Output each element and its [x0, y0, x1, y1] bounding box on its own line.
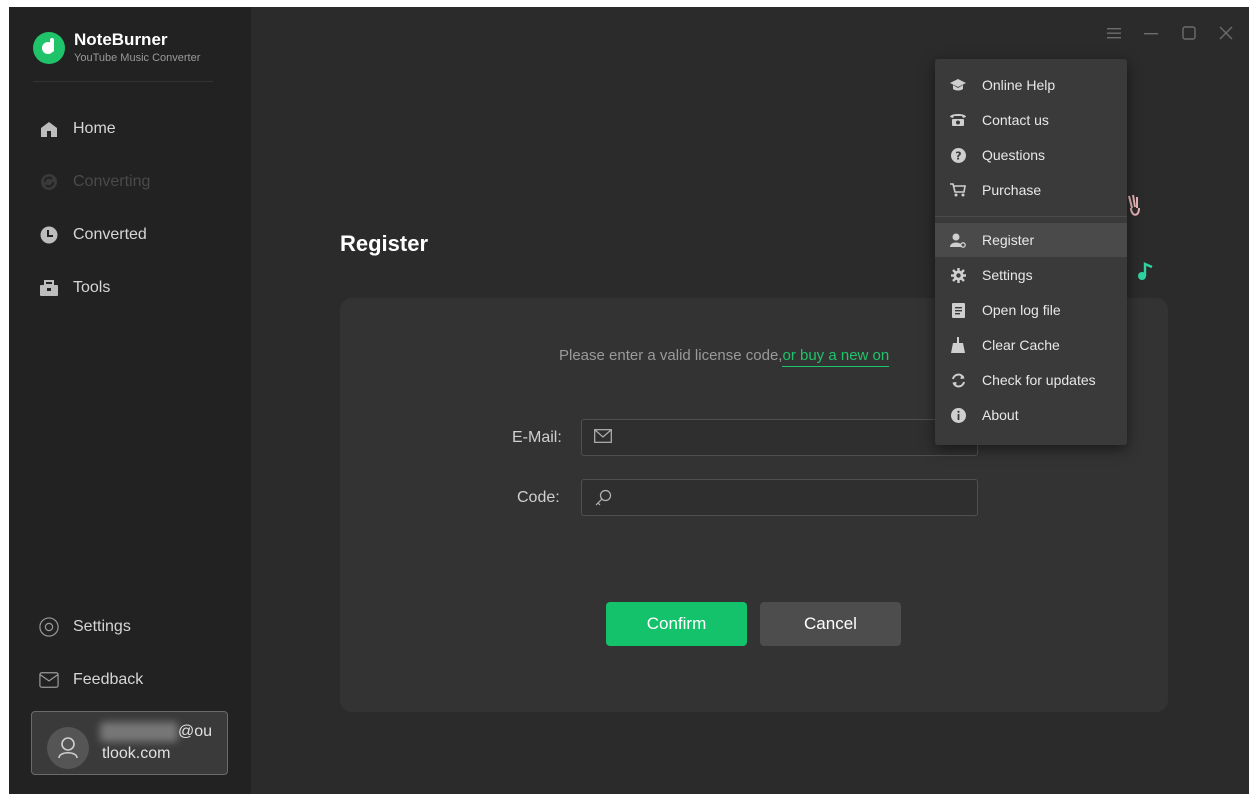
menu-icon[interactable]	[1106, 25, 1122, 41]
avatar	[47, 727, 89, 769]
menu-item-label: Check for updates	[982, 372, 1096, 388]
close-icon[interactable]	[1218, 25, 1234, 41]
menu-item-label: Questions	[982, 147, 1046, 163]
user-email: tlook.com	[102, 745, 171, 762]
code-label: Code:	[517, 489, 560, 506]
maximize-icon[interactable]	[1181, 25, 1197, 41]
brand-name: NoteBurner	[74, 30, 168, 49]
phone-icon	[950, 112, 966, 128]
sidebar-item-label: Converted	[73, 226, 147, 243]
sidebar-item-label: Home	[73, 120, 116, 137]
sidebar-item-converted[interactable]: Converted	[39, 223, 147, 247]
converting-icon	[39, 172, 59, 192]
menu-divider	[935, 216, 1127, 217]
menu-item-open-log-file[interactable]: Open log file	[935, 293, 1127, 327]
info-icon	[950, 407, 966, 423]
menu-item-contact-us[interactable]: Contact us	[935, 103, 1127, 137]
menu-item-label: Open log file	[982, 302, 1061, 318]
sidebar-item-label: Feedback	[73, 671, 144, 688]
settings-icon	[39, 617, 59, 637]
toolbox-icon	[39, 278, 59, 298]
logo-icon	[33, 32, 65, 64]
menu-item-clear-cache[interactable]: Clear Cache	[935, 328, 1127, 362]
page-title: Register	[340, 231, 429, 256]
menu-item-label: Purchase	[982, 182, 1042, 198]
hand-illustration	[1127, 194, 1141, 227]
sidebar-item-label: Settings	[73, 618, 131, 635]
menu-item-about[interactable]: About	[935, 398, 1127, 432]
user-key-icon	[950, 232, 966, 248]
sidebar-item-label: Tools	[73, 279, 111, 296]
user-account-card[interactable]: @ou tlook.com	[31, 711, 228, 775]
sidebar-item-home[interactable]: Home	[39, 117, 116, 141]
sidebar-item-feedback[interactable]: Feedback	[39, 668, 143, 692]
sidebar: NoteBurner YouTube Music Converter Home …	[9, 7, 251, 794]
gear-icon	[950, 267, 966, 283]
home-icon	[39, 119, 59, 139]
hint-text: Please enter a valid license code,	[559, 347, 783, 364]
menu-item-questions[interactable]: ? Questions	[935, 138, 1127, 172]
menu-item-label: Online Help	[982, 77, 1056, 93]
app-window: NoteBurner YouTube Music Converter Home …	[9, 7, 1249, 794]
menu-item-label: Settings	[982, 267, 1033, 283]
sidebar-item-tools[interactable]: Tools	[39, 276, 110, 300]
broom-icon	[950, 337, 966, 353]
file-icon	[950, 302, 966, 318]
brand-subtitle: YouTube Music Converter	[74, 52, 201, 64]
cancel-button[interactable]: Cancel	[760, 602, 901, 646]
menu-item-label: About	[982, 407, 1019, 423]
menu-item-register[interactable]: Register	[935, 223, 1127, 257]
buy-link[interactable]: or buy a new on	[782, 347, 890, 367]
email-label: E-Mail:	[512, 429, 562, 446]
license-hint: Please enter a valid license code,or buy…	[559, 347, 890, 367]
sidebar-item-label: Converting	[73, 173, 151, 190]
menu-item-label: Register	[982, 232, 1035, 248]
sidebar-item-converting[interactable]: Converting	[39, 170, 150, 194]
divider	[33, 81, 213, 82]
svg-text:?: ?	[955, 149, 961, 162]
code-field[interactable]	[581, 479, 978, 516]
clock-icon	[39, 225, 59, 245]
sidebar-item-settings[interactable]: Settings	[39, 615, 131, 639]
email-field[interactable]	[581, 419, 978, 456]
menu-item-settings[interactable]: Settings	[935, 258, 1127, 292]
user-email: @ou	[178, 723, 213, 740]
menu-item-label: Clear Cache	[982, 337, 1060, 353]
cart-icon	[950, 182, 966, 198]
mail-icon	[39, 670, 59, 690]
music-note-icon	[1137, 261, 1155, 286]
envelope-icon	[594, 429, 612, 447]
minimize-icon[interactable]	[1143, 25, 1159, 41]
refresh-icon	[950, 372, 966, 388]
menu-item-purchase[interactable]: Purchase	[935, 173, 1127, 207]
menu-item-check-for-updates[interactable]: Check for updates	[935, 363, 1127, 397]
menu-item-online-help[interactable]: Online Help	[935, 68, 1127, 102]
confirm-button[interactable]: Confirm	[606, 602, 747, 646]
main-menu-dropdown: Online Help Contact us ? Questions Purch…	[935, 59, 1127, 445]
key-icon	[594, 489, 612, 507]
menu-item-label: Contact us	[982, 112, 1049, 128]
redacted-email-part	[100, 722, 178, 742]
graduation-cap-icon	[950, 77, 966, 93]
question-icon: ?	[950, 147, 966, 163]
